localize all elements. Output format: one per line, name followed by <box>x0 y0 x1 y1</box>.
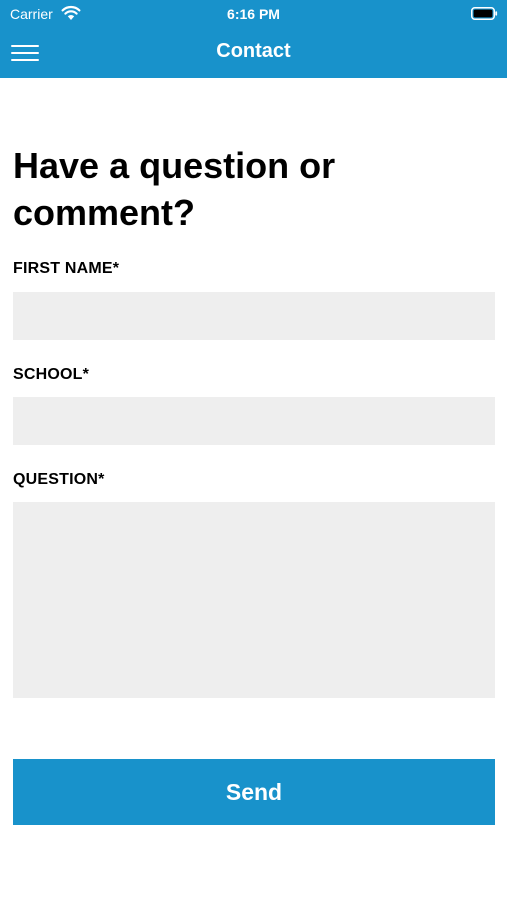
status-bar: Carrier 6:16 PM <box>0 0 507 28</box>
navigation-bar: Contact <box>0 28 507 78</box>
question-textarea[interactable] <box>13 502 495 698</box>
first-name-field[interactable] <box>13 292 495 340</box>
app-header: Carrier 6:16 PM Contact <box>0 0 507 78</box>
school-label: SCHOOL* <box>13 366 90 383</box>
clock-time: 6:16 PM <box>227 6 280 22</box>
school-field[interactable] <box>13 397 495 445</box>
contact-screen: Carrier 6:16 PM Contact Have a question … <box>0 0 507 900</box>
question-label: QUESTION* <box>13 471 105 488</box>
contact-headline: Have a question or comment? <box>13 145 336 233</box>
send-button[interactable]: Send <box>13 759 495 825</box>
battery-icon <box>471 7 498 20</box>
first-name-label: FIRST NAME* <box>13 260 120 277</box>
page-title: Contact <box>216 40 291 62</box>
